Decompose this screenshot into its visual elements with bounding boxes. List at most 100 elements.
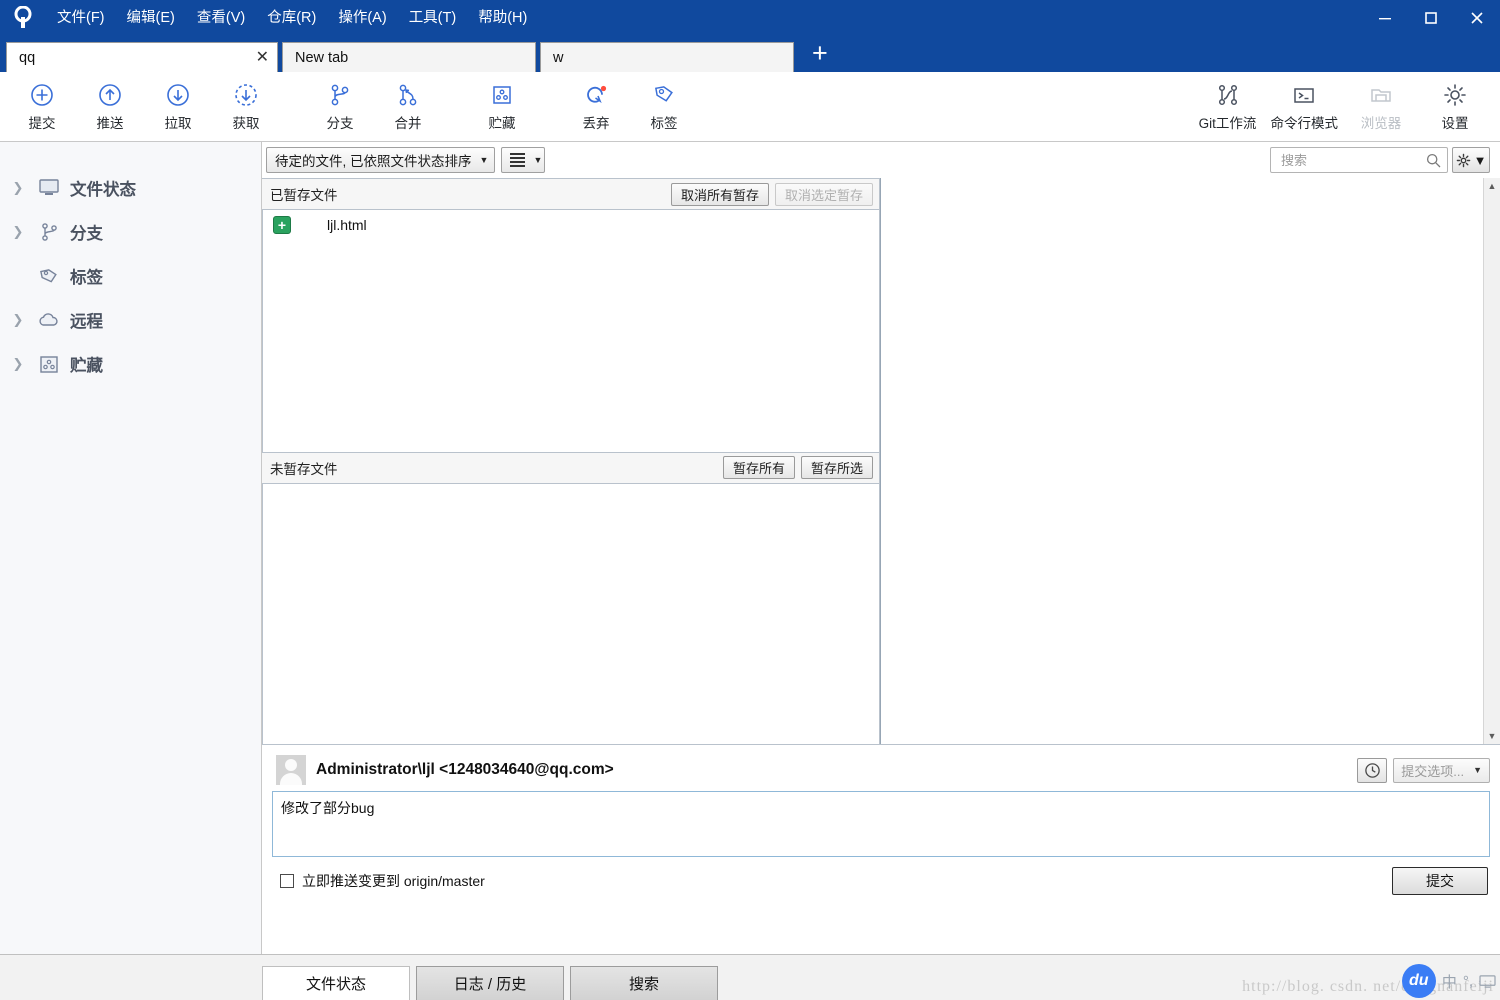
sidebar-item-file-status[interactable]: ❯ 文件状态 bbox=[0, 166, 261, 210]
toolbar-label: 拉取 bbox=[164, 116, 192, 131]
title-bar: 文件(F) 编辑(E) 查看(V) 仓库(R) 操作(A) 工具(T) 帮助(H… bbox=[0, 0, 1500, 36]
sidebar-item-branches[interactable]: ❯ 分支 bbox=[0, 210, 261, 254]
staged-header: 已暂存文件 取消所有暂存 取消选定暂存 bbox=[262, 178, 879, 210]
tab-label: qq bbox=[19, 49, 36, 66]
menu-edit[interactable]: 编辑(E) bbox=[116, 0, 186, 36]
main-toolbar: 提交 推送 拉取 获取 分支 合并 贮藏 丢弃 标签 Git工作流 命令行模式 … bbox=[0, 72, 1500, 142]
ime-mode-label[interactable]: 中 bbox=[1442, 971, 1457, 992]
tab-strip: qq ✕ New tab w + bbox=[0, 36, 1500, 72]
toolbar-discard-button[interactable]: 丢弃 bbox=[562, 75, 630, 139]
bottom-tab-file-status[interactable]: 文件状态 bbox=[262, 966, 410, 1000]
file-lists-pane: 已暂存文件 取消所有暂存 取消选定暂存 + ljl.html 未暂存文件 暂存所… bbox=[262, 178, 880, 744]
maximize-button[interactable] bbox=[1408, 0, 1454, 36]
toolbar-merge-button[interactable]: 合并 bbox=[374, 75, 442, 139]
search-input[interactable] bbox=[1279, 151, 1426, 169]
toolbar-label: 合并 bbox=[394, 116, 422, 131]
push-immediately-row[interactable]: 立即推送变更到 origin/master bbox=[280, 871, 485, 891]
stage-all-button[interactable]: 暂存所有 bbox=[722, 456, 795, 480]
staged-title: 已暂存文件 bbox=[270, 188, 338, 203]
menu-repository[interactable]: 仓库(R) bbox=[256, 0, 327, 36]
unstaged-file-list[interactable] bbox=[262, 483, 879, 744]
search-field[interactable] bbox=[1270, 147, 1448, 173]
explorer-icon bbox=[1367, 81, 1395, 109]
commit-icon bbox=[28, 81, 56, 109]
bottom-tab-log-history[interactable]: 日志 / 历史 bbox=[416, 966, 564, 1000]
diff-scrollbar[interactable]: ▲ ▼ bbox=[1483, 178, 1500, 744]
chevron-down-icon: ▼ bbox=[1473, 152, 1487, 168]
chevron-right-icon[interactable]: ❯ bbox=[8, 312, 28, 328]
search-options-button[interactable]: ▼ bbox=[1452, 147, 1490, 173]
commit-message-input[interactable]: 修改了部分bug bbox=[272, 791, 1490, 857]
tag-icon bbox=[650, 81, 678, 109]
toolbar-push-button[interactable]: 推送 bbox=[76, 75, 144, 139]
staged-section: 已暂存文件 取消所有暂存 取消选定暂存 + ljl.html bbox=[262, 178, 879, 452]
menu-actions[interactable]: 操作(A) bbox=[327, 0, 397, 36]
stash-icon bbox=[34, 353, 64, 375]
push-icon bbox=[96, 81, 124, 109]
bottom-tab-bar: 文件状态 日志 / 历史 搜索 http://blog. csdn. net/d… bbox=[0, 954, 1500, 1000]
staged-file-list[interactable]: + ljl.html bbox=[262, 210, 879, 452]
close-button[interactable] bbox=[1454, 0, 1500, 36]
chevron-down-icon: ▼ bbox=[479, 155, 489, 165]
toolbar-stash-button[interactable]: 贮藏 bbox=[468, 75, 536, 139]
tab-w[interactable]: w bbox=[540, 42, 794, 72]
file-sort-dropdown[interactable]: 待定的文件, 已依照文件状态排序 ▼ bbox=[266, 147, 496, 173]
view-mode-dropdown[interactable]: ▼ bbox=[501, 147, 546, 173]
sidebar-item-tags[interactable]: 标签 bbox=[0, 254, 261, 298]
monitor-icon bbox=[34, 178, 64, 198]
table-row[interactable]: + ljl.html bbox=[263, 210, 879, 240]
menu-file[interactable]: 文件(F) bbox=[46, 0, 116, 36]
bottom-tab-search[interactable]: 搜索 bbox=[570, 966, 718, 1000]
tab-new-tab[interactable]: New tab bbox=[282, 42, 536, 72]
commit-history-button[interactable] bbox=[1357, 757, 1388, 783]
chevron-down-icon: ▼ bbox=[1473, 765, 1482, 775]
ime-keyboard-icon[interactable] bbox=[1479, 974, 1496, 989]
app-logo-icon bbox=[0, 0, 46, 36]
diff-preview-pane[interactable]: ▲ ▼ bbox=[880, 178, 1500, 744]
pull-icon bbox=[164, 81, 192, 109]
tab-label: w bbox=[553, 49, 564, 66]
toolbar-explorer-button[interactable]: 浏览器 bbox=[1344, 75, 1418, 139]
unstage-selected-button[interactable]: 取消选定暂存 bbox=[774, 182, 873, 206]
search-icon[interactable] bbox=[1426, 153, 1441, 168]
toolbar-terminal-button[interactable]: 命令行模式 bbox=[1265, 75, 1345, 139]
gear-icon bbox=[1456, 153, 1471, 168]
stage-selected-button[interactable]: 暂存所选 bbox=[800, 456, 873, 480]
toolbar-fetch-button[interactable]: 获取 bbox=[212, 75, 280, 139]
chevron-right-icon[interactable]: ❯ bbox=[8, 180, 28, 196]
chevron-right-icon[interactable]: ❯ bbox=[8, 356, 28, 372]
menu-help[interactable]: 帮助(H) bbox=[467, 0, 538, 36]
toolbar-label: 推送 bbox=[96, 116, 124, 131]
chevron-right-icon[interactable]: ❯ bbox=[8, 224, 28, 240]
toolbar-gitflow-button[interactable]: Git工作流 bbox=[1191, 75, 1265, 139]
ime-badge-icon[interactable]: du bbox=[1401, 964, 1436, 998]
new-tab-button[interactable]: + bbox=[798, 39, 842, 69]
scroll-down-arrow-icon[interactable]: ▼ bbox=[1488, 728, 1497, 744]
minimize-button[interactable] bbox=[1362, 0, 1408, 36]
ime-toolbar[interactable]: du 中 °, bbox=[1401, 964, 1496, 998]
sidebar-item-remotes[interactable]: ❯ 远程 bbox=[0, 298, 261, 342]
toolbar-commit-button[interactable]: 提交 bbox=[8, 75, 76, 139]
main-body: ❯ 文件状态 ❯ 分支 标签 ❯ 远程 ❯ 贮藏 待定的文件, 已依照文件状态排… bbox=[0, 142, 1500, 954]
ime-punctuation-label[interactable]: °, bbox=[1463, 973, 1473, 990]
unstaged-title: 未暂存文件 bbox=[270, 461, 338, 477]
push-immediately-checkbox[interactable] bbox=[280, 874, 294, 888]
panes: 已暂存文件 取消所有暂存 取消选定暂存 + ljl.html 未暂存文件 暂存所… bbox=[262, 178, 1500, 744]
toolbar-settings-button[interactable]: 设置 bbox=[1418, 75, 1492, 139]
tab-close-icon[interactable]: ✕ bbox=[234, 49, 269, 66]
scroll-up-arrow-icon[interactable]: ▲ bbox=[1488, 178, 1497, 194]
toolbar-branch-button[interactable]: 分支 bbox=[306, 75, 374, 139]
commit-button[interactable]: 提交 bbox=[1392, 867, 1488, 895]
gitflow-icon bbox=[1214, 81, 1242, 109]
toolbar-tag-button[interactable]: 标签 bbox=[630, 75, 698, 139]
chevron-down-icon: ▼ bbox=[533, 155, 543, 165]
toolbar-label: 标签 bbox=[650, 116, 678, 131]
unstage-all-button[interactable]: 取消所有暂存 bbox=[670, 182, 769, 206]
toolbar-pull-button[interactable]: 拉取 bbox=[144, 75, 212, 139]
sidebar-item-stashes[interactable]: ❯ 贮藏 bbox=[0, 342, 261, 386]
menu-tools[interactable]: 工具(T) bbox=[398, 0, 468, 36]
fetch-icon bbox=[232, 81, 260, 109]
tab-qq[interactable]: qq ✕ bbox=[6, 42, 278, 72]
menu-view[interactable]: 查看(V) bbox=[186, 0, 256, 36]
commit-options-dropdown[interactable]: 提交选项... ▼ bbox=[1393, 757, 1490, 783]
